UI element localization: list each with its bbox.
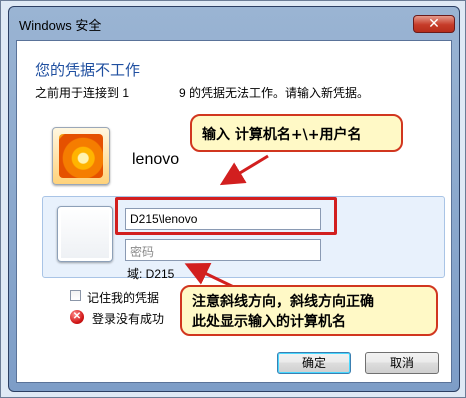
password-input[interactable]: 密码	[125, 239, 321, 261]
message-part-1: 之前用于连接到 1	[35, 86, 130, 100]
saved-user-name: lenovo	[132, 151, 180, 168]
annotation-callout-username: 输入 计算机名+\+用户名	[190, 114, 403, 152]
callout-line-2: 此处显示输入的计算机名	[192, 314, 346, 330]
flower-avatar-icon	[59, 134, 103, 178]
new-user-avatar	[57, 206, 113, 262]
domain-label: 域: D215	[127, 267, 175, 281]
error-message: 登录没有成功	[92, 312, 165, 326]
error-icon: ✕	[70, 310, 84, 324]
close-icon: ✕	[428, 16, 440, 32]
username-highlight-box	[115, 197, 337, 235]
message-part-2: 9 的凭据无法工作。请输入新凭据。	[179, 86, 370, 100]
close-button[interactable]: ✕	[413, 15, 455, 33]
callout-line-1: 注意斜线方向，斜线方向正确	[192, 294, 374, 310]
annotation-callout-domain: 注意斜线方向，斜线方向正确 此处显示输入的计算机名	[180, 285, 438, 336]
cancel-button[interactable]: 取消	[365, 352, 439, 374]
window-title: Windows 安全	[19, 18, 102, 33]
remember-label: 记住我的凭据	[87, 291, 160, 305]
remember-checkbox[interactable]	[70, 290, 81, 301]
dialog-message: 之前用于连接到 1 9 的凭据无法工作。请输入新凭据。	[35, 84, 369, 101]
dialog-heading: 您的凭据不工作	[35, 62, 141, 79]
title-bar: Windows 安全 ✕	[9, 7, 459, 39]
saved-user-tile[interactable]	[52, 127, 110, 185]
ok-button[interactable]: 确定	[277, 352, 351, 374]
